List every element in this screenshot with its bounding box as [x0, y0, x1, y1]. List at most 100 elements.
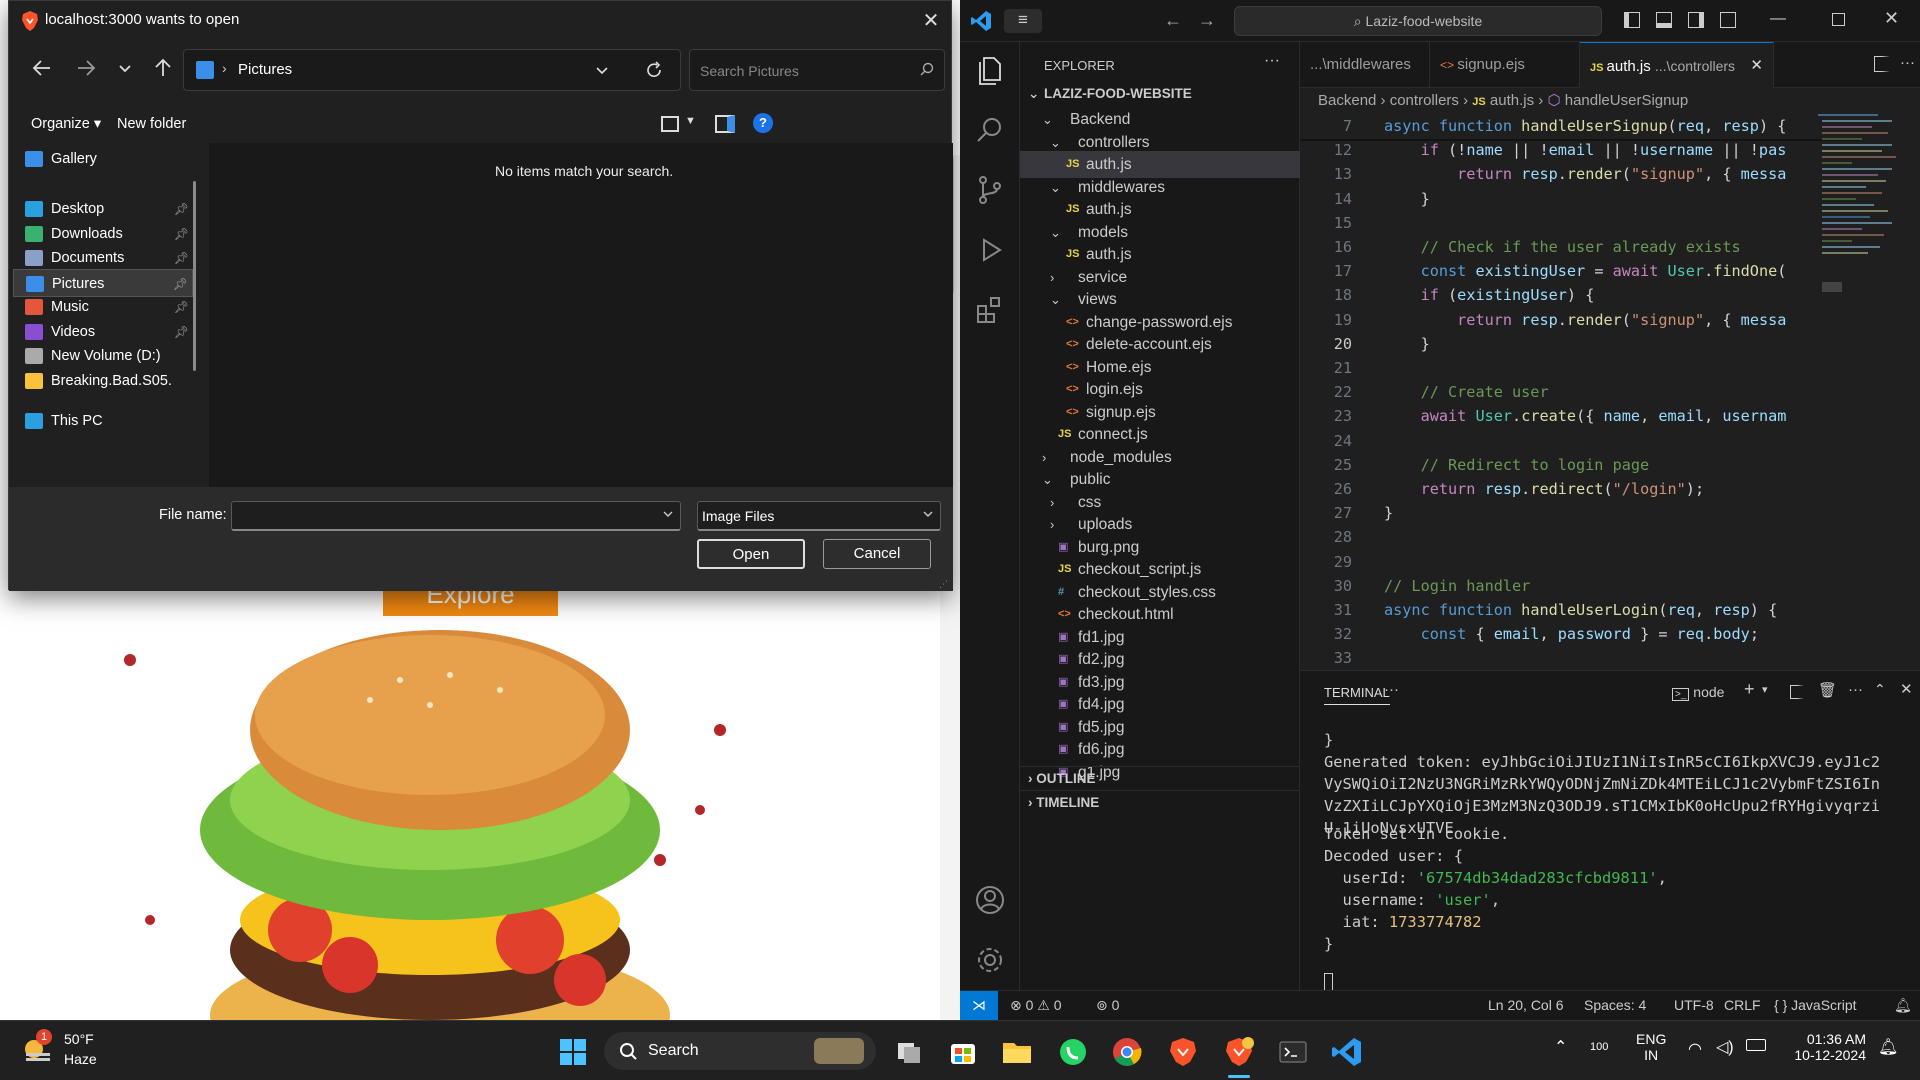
- help-icon[interactable]: ?: [753, 113, 773, 133]
- up-arrow-icon[interactable]: [152, 57, 178, 83]
- nav-item-music[interactable]: Music 📌︎: [13, 293, 193, 321]
- editor-breadcrumb[interactable]: Backend › controllers › JS auth.js › ⬡ h…: [1300, 88, 1920, 114]
- view-chevron-icon[interactable]: ▼: [685, 115, 696, 127]
- timeline-section[interactable]: › TIMELINE: [1020, 790, 1300, 814]
- nav-item-gallery[interactable]: Gallery: [13, 145, 193, 173]
- minimize-icon[interactable]: —: [1770, 10, 1786, 28]
- address-dropdown-icon[interactable]: [594, 62, 610, 78]
- back-arrow-icon[interactable]: [31, 57, 57, 83]
- customize-layout-icon[interactable]: [1720, 12, 1736, 28]
- remote-indicator-icon[interactable]: ⋊: [960, 991, 998, 1021]
- extensions-icon[interactable]: [972, 292, 1008, 328]
- organize-menu[interactable]: Organize ▾: [31, 116, 101, 132]
- language-indicator[interactable]: ENG IN: [1636, 1031, 1666, 1063]
- toggle-secondary-sidebar-icon[interactable]: [1688, 12, 1704, 28]
- nav-item-desktop[interactable]: Desktop 📌︎: [13, 195, 193, 223]
- code-line[interactable]: 32 const { email, password } = req.body;: [1300, 622, 1920, 646]
- accounts-icon[interactable]: [972, 882, 1008, 918]
- file-type-dropdown-icon[interactable]: [922, 508, 934, 520]
- close-panel-icon[interactable]: ✕: [1900, 680, 1913, 698]
- nav-item-documents[interactable]: Documents 📌︎: [13, 244, 193, 272]
- wifi-icon[interactable]: ◠: [1688, 1039, 1702, 1059]
- nav-item-breaking-bad-s05[interactable]: Breaking.Bad.S05.: [13, 367, 193, 395]
- nav-item-new-volume-d[interactable]: New Volume (D:): [13, 342, 193, 370]
- file-name-input[interactable]: [231, 501, 681, 531]
- tab-middlewares[interactable]: ...\middlewares: [1300, 42, 1430, 88]
- cancel-button[interactable]: Cancel: [823, 539, 931, 569]
- command-center-search[interactable]: ⌕ Laziz-food-website: [1234, 6, 1602, 36]
- terminal-app-icon[interactable]: [1276, 1035, 1310, 1069]
- terminal-more-icon[interactable]: ···: [1848, 681, 1863, 698]
- nav-forward-icon[interactable]: →: [1198, 10, 1216, 31]
- clock[interactable]: 01:36 AM 10-12-2024: [1786, 1031, 1866, 1063]
- code-line[interactable]: 24: [1300, 429, 1920, 453]
- panel-more-icon[interactable]: ···: [1384, 681, 1399, 698]
- search-pictures-input[interactable]: Search Pictures: [689, 49, 945, 91]
- tab-close-icon[interactable]: ✕: [1750, 43, 1763, 89]
- brave-active-icon[interactable]: [1222, 1035, 1256, 1069]
- code-line[interactable]: 31 async function handleUserLogin(req, re…: [1300, 598, 1920, 622]
- address-location[interactable]: Pictures: [238, 61, 292, 78]
- microsoft-store-icon[interactable]: [946, 1035, 980, 1069]
- code-line[interactable]: 27}: [1300, 501, 1920, 525]
- open-button[interactable]: Open: [697, 539, 805, 569]
- forward-arrow-icon[interactable]: [75, 57, 101, 83]
- whatsapp-icon[interactable]: [1056, 1035, 1090, 1069]
- code-line[interactable]: 29: [1300, 550, 1920, 574]
- minimap[interactable]: [1814, 112, 1914, 312]
- recent-locations-chevron-icon[interactable]: [115, 57, 141, 83]
- trash-icon[interactable]: 🗑: [1818, 681, 1837, 699]
- address-bar[interactable]: › Pictures: [183, 49, 681, 91]
- view-options-icon[interactable]: [661, 116, 679, 132]
- windows-start-icon[interactable]: [556, 1035, 590, 1069]
- menu-icon[interactable]: ≡: [1004, 9, 1042, 33]
- file-name-dropdown-icon[interactable]: [662, 508, 674, 520]
- toggle-sidebar-icon[interactable]: [1624, 12, 1640, 28]
- battery-icon[interactable]: [1746, 1039, 1766, 1051]
- taskbar-search-box[interactable]: Search: [604, 1032, 876, 1070]
- nav-item-this-pc[interactable]: This PC: [13, 407, 193, 435]
- settings-gear-icon[interactable]: [972, 942, 1008, 978]
- code-line[interactable]: 26 return resp.redirect("/login");: [1300, 477, 1920, 501]
- weather-icon[interactable]: 1: [20, 1029, 54, 1067]
- source-control-icon[interactable]: [972, 172, 1008, 208]
- terminal-output[interactable]: } Generated token: eyJhbGciOiJIUzI1NiIsIn…: [1300, 729, 1920, 989]
- code-line[interactable]: 33: [1300, 646, 1920, 670]
- file-type-select[interactable]: Image Files: [697, 501, 941, 531]
- code-line[interactable]: 21: [1300, 356, 1920, 380]
- navpane-scrollbar[interactable]: [193, 181, 196, 371]
- notification-center-icon[interactable]: 🔔︎: [1878, 1037, 1898, 1057]
- run-debug-icon[interactable]: [972, 232, 1008, 268]
- vscode-taskbar-icon[interactable]: [1330, 1035, 1364, 1069]
- code-line[interactable]: 30 // Login handler: [1300, 574, 1920, 598]
- refresh-icon[interactable]: [644, 60, 664, 80]
- encoding[interactable]: UTF-8: [1674, 991, 1714, 1019]
- resize-grip-icon[interactable]: ⋰: [939, 579, 948, 590]
- tab-signup-ejs[interactable]: <> signup.ejs: [1430, 42, 1580, 88]
- project-root[interactable]: ⌄ LAZIZ-FOOD-WEBSITE: [1028, 86, 1288, 102]
- file-explorer-icon[interactable]: [1000, 1035, 1034, 1069]
- split-terminal-icon[interactable]: [1790, 685, 1804, 699]
- code-line[interactable]: 28: [1300, 525, 1920, 549]
- new-terminal-icon[interactable]: +: [1744, 679, 1755, 700]
- close-icon[interactable]: ✕: [917, 7, 945, 35]
- notifications-bell-icon[interactable]: 🔔︎: [1894, 991, 1912, 1019]
- line-ending[interactable]: CRLF: [1724, 991, 1761, 1019]
- tray-chevron-icon[interactable]: ⌃: [1554, 1037, 1567, 1057]
- more-actions-icon[interactable]: ···: [1264, 52, 1280, 70]
- task-view-icon[interactable]: [892, 1035, 926, 1069]
- brave-icon[interactable]: [1166, 1035, 1200, 1069]
- outline-section[interactable]: › OUTLINE: [1020, 766, 1300, 790]
- code-line[interactable]: 23 await User.create({ name, email, user…: [1300, 404, 1920, 428]
- terminal-shell-label[interactable]: >_ node: [1672, 684, 1724, 701]
- language-mode[interactable]: { } JavaScript: [1774, 991, 1857, 1019]
- tab-auth-js[interactable]: JS auth.js ...\controllers ✕: [1580, 42, 1774, 88]
- editor-more-icon[interactable]: ···: [1900, 54, 1915, 71]
- code-line[interactable]: 20 }: [1300, 332, 1920, 356]
- toggle-panel-icon[interactable]: [1656, 12, 1672, 28]
- maximize-panel-icon[interactable]: ⌃: [1874, 681, 1886, 698]
- preview-pane-icon[interactable]: [715, 115, 735, 133]
- split-editor-icon[interactable]: [1874, 56, 1890, 72]
- code-line[interactable]: 25 // Redirect to login page: [1300, 453, 1920, 477]
- new-folder-button[interactable]: New folder: [117, 116, 186, 132]
